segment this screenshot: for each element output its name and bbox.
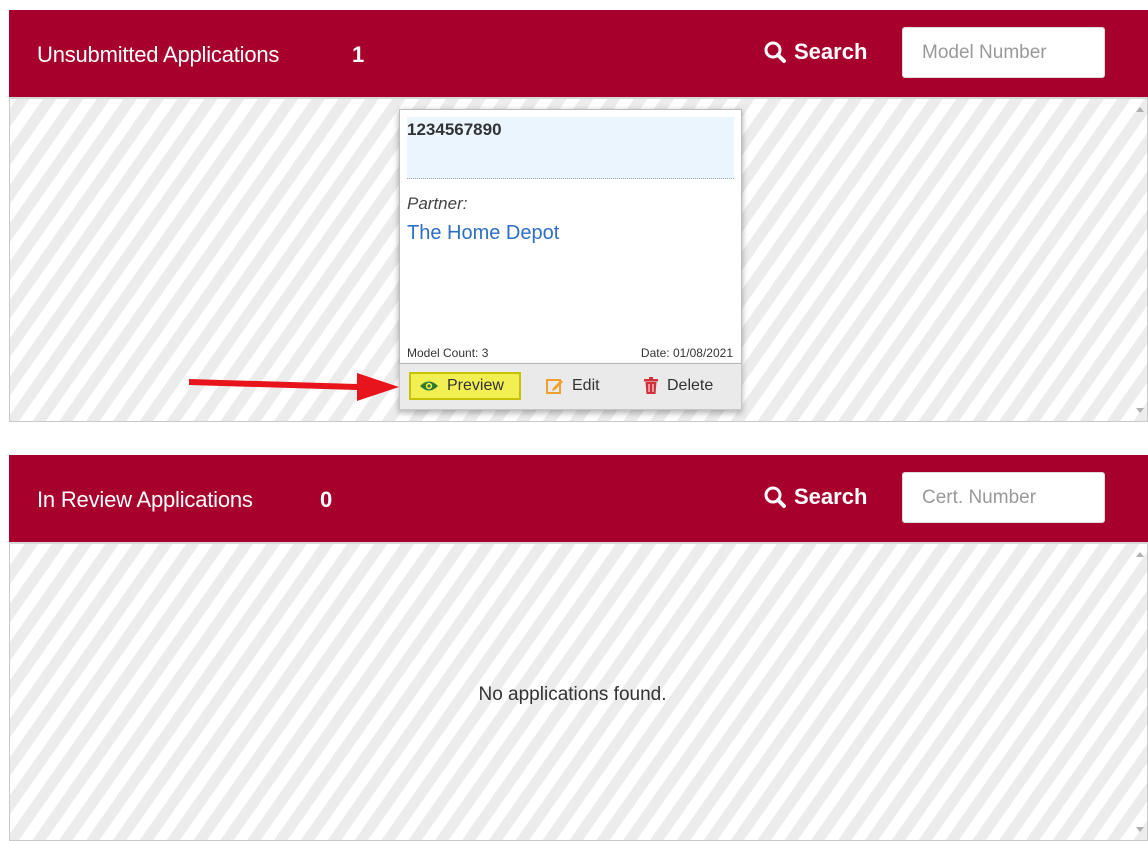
vertical-scrollbar[interactable]: [1133, 99, 1147, 421]
cert-number-search-input[interactable]: [902, 472, 1105, 523]
applications-list: 1234567890 Partner: The Home Depot Model…: [9, 97, 1148, 422]
delete-button[interactable]: Delete: [643, 372, 713, 400]
model-number-search-input[interactable]: [902, 27, 1105, 78]
card-date: Date: 01/08/2021: [640, 346, 733, 360]
in-review-applications-panel: In Review Applications 0 Search No appli…: [9, 455, 1148, 841]
delete-label: Delete: [667, 377, 714, 394]
unsubmitted-applications-panel: Unsubmitted Applications 1 Search 123456…: [9, 10, 1148, 422]
search-text: Search: [794, 39, 868, 64]
vertical-scrollbar[interactable]: [1133, 544, 1147, 840]
applications-list: No applications found.: [9, 542, 1148, 841]
scroll-up-arrow-icon[interactable]: [1136, 107, 1144, 112]
search-label: Search: [764, 37, 867, 67]
search-text: Search: [794, 484, 868, 509]
preview-label: Preview: [447, 377, 504, 394]
scroll-up-arrow-icon[interactable]: [1136, 552, 1144, 557]
card-meta: Model Count: 3 Date: 01/08/2021: [407, 346, 733, 360]
trash-icon: [644, 377, 658, 394]
model-count: Model Count: 3: [407, 346, 489, 360]
panel-header: Unsubmitted Applications 1 Search: [9, 10, 1148, 97]
scroll-down-arrow-icon[interactable]: [1136, 408, 1144, 413]
edit-label: Edit: [572, 377, 600, 394]
search-label: Search: [764, 482, 867, 512]
search-icon: [764, 41, 786, 63]
card-header: 1234567890: [407, 117, 734, 179]
empty-message: No applications found.: [478, 684, 667, 705]
partner-link[interactable]: The Home Depot: [407, 222, 559, 245]
application-number: 1234567890: [407, 120, 502, 139]
annotation-arrow-icon: [189, 373, 399, 401]
panel-count: 1: [352, 42, 365, 67]
panel-count: 0: [320, 487, 333, 512]
scroll-down-arrow-icon[interactable]: [1136, 827, 1144, 832]
search-icon: [764, 486, 786, 508]
edit-icon: [546, 379, 563, 394]
panel-title: In Review Applications: [37, 487, 253, 512]
card-actions: Preview Edit Delete: [399, 364, 742, 410]
panel-header: In Review Applications 0 Search: [9, 455, 1148, 542]
preview-button[interactable]: Preview: [409, 372, 521, 400]
edit-button[interactable]: Edit: [546, 372, 600, 400]
eye-icon: [420, 381, 438, 391]
application-card[interactable]: 1234567890 Partner: The Home Depot Model…: [399, 109, 742, 364]
panel-title: Unsubmitted Applications: [37, 42, 280, 67]
partner-label: Partner:: [407, 194, 468, 213]
